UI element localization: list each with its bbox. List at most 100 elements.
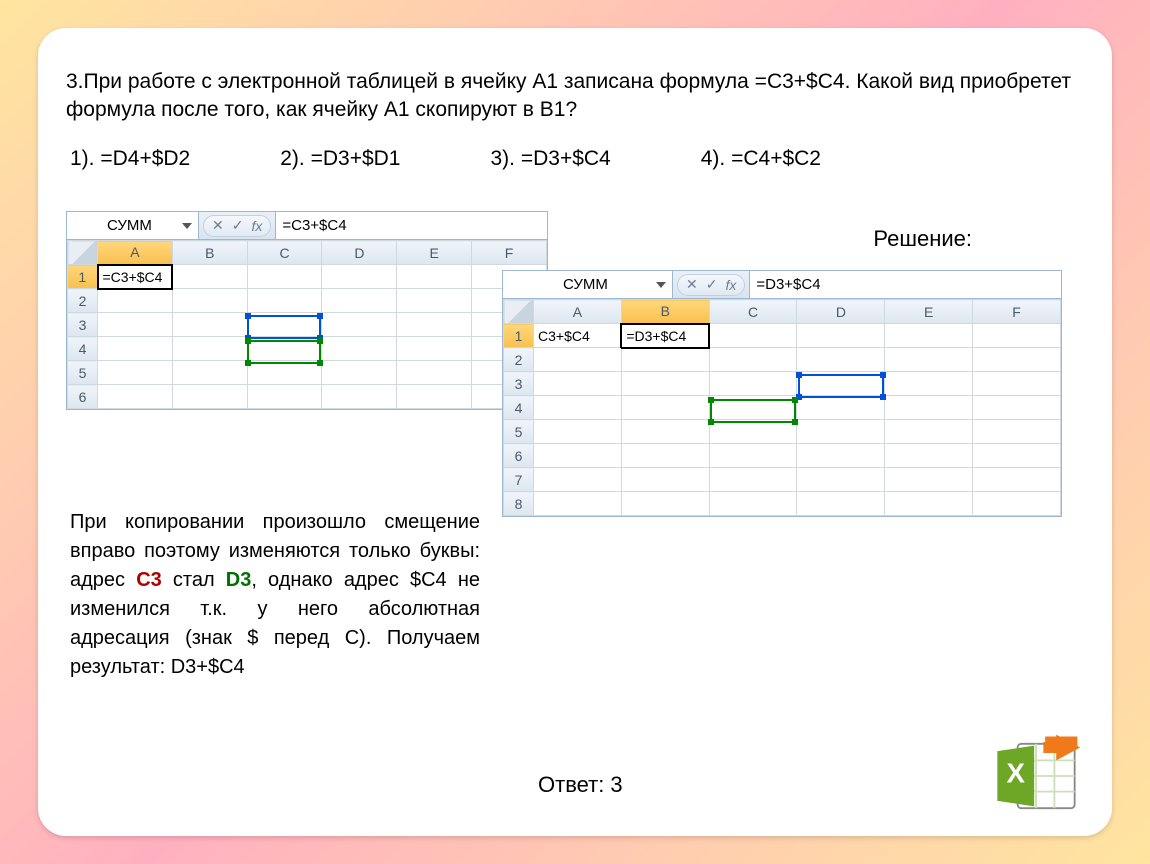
cell[interactable] <box>797 468 885 492</box>
cell[interactable] <box>172 361 247 385</box>
cell[interactable] <box>973 396 1061 420</box>
cell[interactable] <box>621 468 709 492</box>
row-header[interactable]: 2 <box>68 289 98 313</box>
cell[interactable] <box>797 420 885 444</box>
spreadsheet-grid[interactable]: A B C D E F 1 C3+$C4 =D3+$C4 2 3 4 5 6 7… <box>503 299 1061 516</box>
cell[interactable] <box>797 492 885 516</box>
cell[interactable] <box>973 324 1061 348</box>
cell[interactable] <box>885 396 973 420</box>
cell[interactable] <box>534 444 622 468</box>
cell[interactable] <box>98 313 173 337</box>
row-header[interactable]: 8 <box>504 492 534 516</box>
cell[interactable] <box>973 372 1061 396</box>
row-header[interactable]: 5 <box>504 420 534 444</box>
col-header[interactable]: D <box>797 300 885 324</box>
cell[interactable] <box>973 420 1061 444</box>
cell[interactable] <box>534 468 622 492</box>
row-header[interactable]: 6 <box>504 444 534 468</box>
cell[interactable] <box>247 265 322 289</box>
cell[interactable] <box>247 289 322 313</box>
cell[interactable] <box>709 444 797 468</box>
cancel-icon[interactable]: ✕ <box>212 217 224 234</box>
cell-b1[interactable]: =D3+$C4 <box>621 324 709 348</box>
cell[interactable] <box>621 396 709 420</box>
col-header[interactable]: B <box>172 241 247 265</box>
cell[interactable] <box>709 372 797 396</box>
col-header[interactable]: C <box>709 300 797 324</box>
cancel-icon[interactable]: ✕ <box>686 276 698 293</box>
row-header[interactable]: 5 <box>68 361 98 385</box>
row-header[interactable]: 4 <box>68 337 98 361</box>
row-header[interactable]: 3 <box>68 313 98 337</box>
cell[interactable] <box>322 385 397 409</box>
col-header[interactable]: F <box>472 241 547 265</box>
cell[interactable] <box>247 361 322 385</box>
cell[interactable] <box>98 361 173 385</box>
cell[interactable] <box>534 348 622 372</box>
cell[interactable] <box>534 492 622 516</box>
cell[interactable] <box>885 348 973 372</box>
cell-a1[interactable]: C3+$C4 <box>534 324 622 348</box>
cell[interactable] <box>973 468 1061 492</box>
cell[interactable] <box>885 324 973 348</box>
col-header[interactable]: B <box>621 300 709 324</box>
cell[interactable] <box>322 337 397 361</box>
cell[interactable] <box>885 444 973 468</box>
select-all-corner[interactable] <box>504 300 534 324</box>
cell[interactable] <box>322 289 397 313</box>
cell[interactable] <box>172 265 247 289</box>
col-header[interactable]: E <box>885 300 973 324</box>
cell[interactable] <box>397 289 472 313</box>
fx-icon[interactable]: fx <box>725 277 736 293</box>
cell[interactable] <box>973 492 1061 516</box>
cell[interactable] <box>709 396 797 420</box>
cell[interactable] <box>797 444 885 468</box>
dropdown-arrow-icon[interactable] <box>182 223 192 229</box>
col-header[interactable]: A <box>98 241 173 265</box>
dropdown-arrow-icon[interactable] <box>656 282 666 288</box>
cell[interactable] <box>621 420 709 444</box>
row-header[interactable]: 1 <box>504 324 534 348</box>
fx-icon[interactable]: fx <box>251 218 262 234</box>
cell[interactable] <box>172 385 247 409</box>
cell[interactable] <box>973 348 1061 372</box>
spreadsheet-grid[interactable]: A B C D E F 1 =C3+$C4 2 3 4 5 6 <box>67 240 547 409</box>
col-header[interactable]: D <box>322 241 397 265</box>
cell[interactable] <box>797 372 885 396</box>
cell[interactable] <box>885 420 973 444</box>
cell[interactable] <box>709 492 797 516</box>
cell[interactable] <box>709 468 797 492</box>
row-header[interactable]: 3 <box>504 372 534 396</box>
cell[interactable] <box>247 337 322 361</box>
cell[interactable] <box>709 324 797 348</box>
cell[interactable] <box>172 337 247 361</box>
row-header[interactable]: 4 <box>504 396 534 420</box>
row-header[interactable]: 7 <box>504 468 534 492</box>
cell[interactable] <box>534 396 622 420</box>
cell[interactable] <box>98 289 173 313</box>
cell[interactable] <box>322 313 397 337</box>
enter-icon[interactable]: ✓ <box>232 217 244 234</box>
cell[interactable] <box>621 444 709 468</box>
formula-input[interactable]: =C3+$C4 <box>275 212 547 239</box>
cell[interactable] <box>534 372 622 396</box>
name-box[interactable]: СУММ <box>67 212 199 239</box>
cell[interactable] <box>709 348 797 372</box>
formula-input[interactable]: =D3+$C4 <box>749 271 1061 298</box>
cell[interactable] <box>973 444 1061 468</box>
col-header[interactable]: F <box>973 300 1061 324</box>
cell[interactable] <box>797 396 885 420</box>
col-header[interactable]: E <box>397 241 472 265</box>
cell[interactable] <box>247 313 322 337</box>
cell[interactable] <box>885 492 973 516</box>
cell[interactable] <box>172 289 247 313</box>
cell[interactable] <box>621 492 709 516</box>
cell[interactable] <box>885 372 973 396</box>
cell[interactable] <box>397 337 472 361</box>
row-header[interactable]: 1 <box>68 265 98 289</box>
col-header[interactable]: C <box>247 241 322 265</box>
cell[interactable] <box>98 385 173 409</box>
cell[interactable] <box>534 420 622 444</box>
cell-a1[interactable]: =C3+$C4 <box>98 265 173 289</box>
cell[interactable] <box>397 313 472 337</box>
